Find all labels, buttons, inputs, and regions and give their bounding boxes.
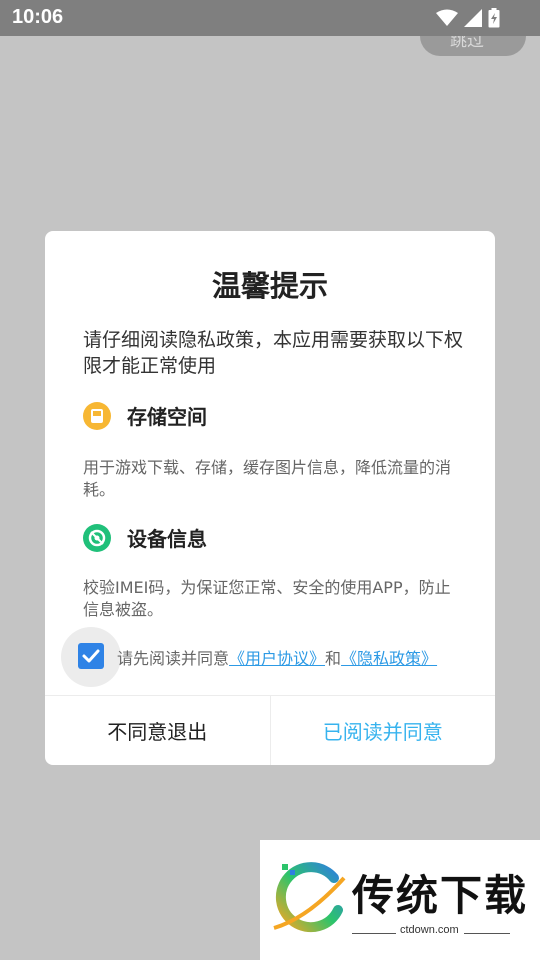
dialog-intro: 请仔细阅读隐私政策，本应用需要获取以下权限才能正常使用: [83, 329, 464, 377]
storage-icon: [83, 401, 111, 430]
decline-button[interactable]: 不同意退出: [45, 696, 271, 765]
status-icons-row: [436, 8, 500, 28]
watermark: 传统下载 ctdown.com: [260, 840, 540, 960]
permission-storage: 存储空间: [83, 401, 207, 430]
watermark-divider-right: [464, 933, 510, 934]
signal-icon: [464, 9, 482, 27]
dialog-buttons: 不同意退出 已阅读并同意: [45, 695, 495, 765]
device-info-icon: [83, 523, 111, 552]
watermark-divider-left: [352, 933, 396, 934]
status-time-text: 10:06: [12, 6, 64, 28]
watermark-logo-icon: [273, 862, 346, 933]
agreement-text: 请先阅读并同意《用户协议》和《隐私政策》: [117, 645, 437, 669]
permission-desc: 用于游戏下载、存储，缓存图片信息，降低流量的消耗。: [83, 458, 452, 499]
accept-button[interactable]: 已阅读并同意: [271, 696, 496, 765]
permission-title: 存储空间: [127, 405, 207, 429]
agreement-connector: 和: [325, 649, 342, 668]
agreement-row: 请先阅读并同意《用户协议》和《隐私政策》: [61, 627, 491, 687]
user-agreement-link[interactable]: 《用户协议》: [229, 649, 325, 668]
watermark-url: ctdown.com: [400, 924, 459, 936]
permission-device-info: 设备信息: [83, 523, 207, 552]
permission-desc: 校验IMEI码，为保证您正常、安全的使用APP，防止信息被盗。: [83, 578, 451, 619]
battery-icon: [488, 8, 500, 28]
watermark-brand: 传统下载: [352, 871, 529, 920]
wifi-icon: [436, 9, 458, 26]
check-icon: [82, 649, 100, 663]
status-bar-content: 10:06: [0, 0, 540, 36]
permission-title: 设备信息: [127, 527, 207, 551]
agreement-checkbox[interactable]: [78, 643, 104, 669]
dialog-title: 温馨提示: [211, 269, 328, 303]
privacy-dialog: 温馨提示 请仔细阅读隐私政策，本应用需要获取以下权限才能正常使用 存储空间 用于…: [45, 231, 495, 765]
agreement-prefix: 请先阅读并同意: [117, 649, 230, 668]
privacy-policy-link[interactable]: 《隐私政策》: [341, 649, 437, 668]
